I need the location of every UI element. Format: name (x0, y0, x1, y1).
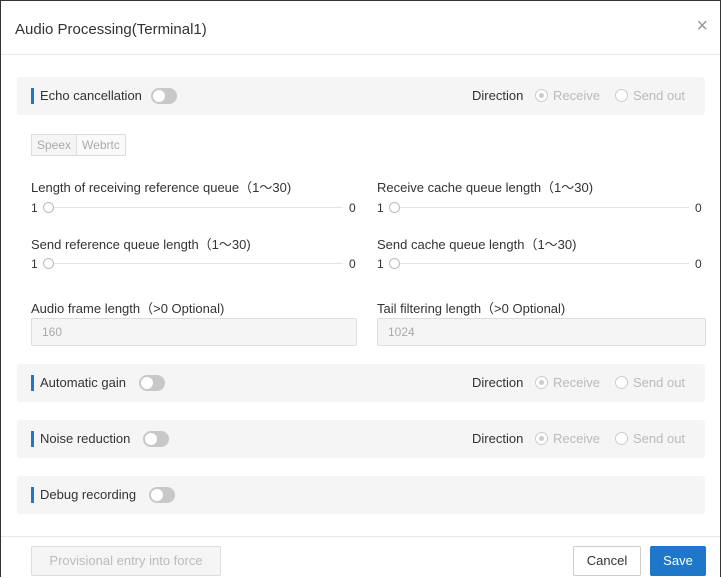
debug-recording-toggle[interactable] (149, 487, 175, 503)
audio-processing-dialog: Audio Processing(Terminal1) × Echo cance… (0, 0, 721, 577)
recv-cache-queue-label: Receive cache queue length（1～30) (377, 180, 594, 195)
echo-direction-label: Direction (472, 88, 524, 103)
gain-radio-receive[interactable]: Receive (535, 375, 600, 390)
slider-handle[interactable] (43, 202, 54, 213)
automatic-gain-label: Automatic gain (40, 375, 126, 390)
tail-length-input[interactable]: 1024 (377, 318, 706, 346)
slider-max: 0 (349, 257, 356, 271)
toggle-knob (141, 377, 153, 389)
echo-cancellation-label: Echo cancellation (40, 88, 142, 103)
slider-track[interactable] (389, 207, 689, 208)
section-marker (31, 375, 34, 391)
slider-handle[interactable] (43, 258, 54, 269)
echo-radio-receive[interactable]: Receive (535, 88, 600, 103)
recv-ref-queue-label: Length of receiving reference queue（1～30… (31, 180, 292, 195)
dialog-header: Audio Processing(Terminal1) × (1, 1, 720, 55)
radio-checked-icon (535, 89, 548, 102)
gain-direction-label: Direction (472, 375, 524, 390)
send-cache-queue-slider[interactable]: 1 0 (377, 257, 703, 271)
noise-reduction-toggle[interactable] (143, 431, 169, 447)
radio-unchecked-icon (615, 432, 628, 445)
toggle-knob (145, 433, 157, 445)
debug-recording-label: Debug recording (40, 487, 137, 502)
slider-min: 1 (31, 201, 38, 215)
engine-tabs: Speex Webrtc (31, 134, 126, 156)
toggle-knob (153, 90, 165, 102)
noise-direction-label: Direction (472, 431, 524, 446)
section-marker (31, 88, 34, 104)
send-ref-queue-label: Send reference queue length（1～30) (31, 237, 251, 252)
radio-checked-icon (535, 376, 548, 389)
dialog-title: Audio Processing(Terminal1) (15, 21, 207, 38)
slider-min: 1 (377, 201, 384, 215)
provisional-entry-button[interactable]: Provisional entry into force (31, 546, 221, 576)
slider-max: 0 (349, 201, 356, 215)
gain-radio-send[interactable]: Send out (615, 375, 685, 390)
slider-handle[interactable] (389, 202, 400, 213)
automatic-gain-section: Automatic gain Direction Receive Send ou… (17, 364, 705, 402)
automatic-gain-toggle[interactable] (139, 375, 165, 391)
noise-reduction-section: Noise reduction Direction Receive Send o… (17, 420, 705, 458)
recv-cache-queue-slider[interactable]: 1 0 (377, 201, 703, 215)
radio-unchecked-icon (615, 376, 628, 389)
echo-send-label: Send out (633, 88, 686, 103)
echo-receive-label: Receive (553, 88, 600, 103)
radio-checked-icon (535, 432, 548, 445)
frame-length-label: Audio frame length（>0 Optional) (31, 301, 225, 316)
slider-min: 1 (377, 257, 384, 271)
close-icon[interactable]: × (696, 16, 708, 36)
cancel-button[interactable]: Cancel (573, 546, 641, 576)
tail-length-label: Tail filtering length（>0 Optional) (377, 301, 566, 316)
noise-send-label: Send out (633, 431, 686, 446)
section-marker (31, 487, 34, 503)
noise-reduction-label: Noise reduction (40, 431, 131, 446)
slider-track[interactable] (43, 263, 343, 264)
toggle-knob (151, 489, 163, 501)
noise-radio-receive[interactable]: Receive (535, 431, 600, 446)
noise-radio-send[interactable]: Send out (615, 431, 685, 446)
slider-min: 1 (31, 257, 38, 271)
debug-recording-section: Debug recording (17, 476, 705, 514)
gain-send-label: Send out (633, 375, 686, 390)
noise-receive-label: Receive (553, 431, 600, 446)
echo-radio-send[interactable]: Send out (615, 88, 685, 103)
slider-track[interactable] (43, 207, 343, 208)
echo-cancellation-section: Echo cancellation Direction Receive Send… (17, 77, 705, 115)
dialog-footer: Provisional entry into force Cancel Save (1, 536, 720, 578)
gain-receive-label: Receive (553, 375, 600, 390)
slider-handle[interactable] (389, 258, 400, 269)
slider-max: 0 (695, 201, 702, 215)
radio-unchecked-icon (615, 89, 628, 102)
recv-ref-queue-slider[interactable]: 1 0 (31, 201, 357, 215)
tab-speex[interactable]: Speex (32, 135, 76, 155)
tab-webrtc[interactable]: Webrtc (76, 135, 125, 155)
save-button[interactable]: Save (650, 546, 706, 576)
frame-length-input[interactable]: 160 (31, 318, 357, 346)
send-ref-queue-slider[interactable]: 1 0 (31, 257, 357, 271)
send-cache-queue-label: Send cache queue length（1～30) (377, 237, 577, 252)
slider-max: 0 (695, 257, 702, 271)
slider-track[interactable] (389, 263, 689, 264)
echo-cancellation-toggle[interactable] (151, 88, 177, 104)
section-marker (31, 431, 34, 447)
